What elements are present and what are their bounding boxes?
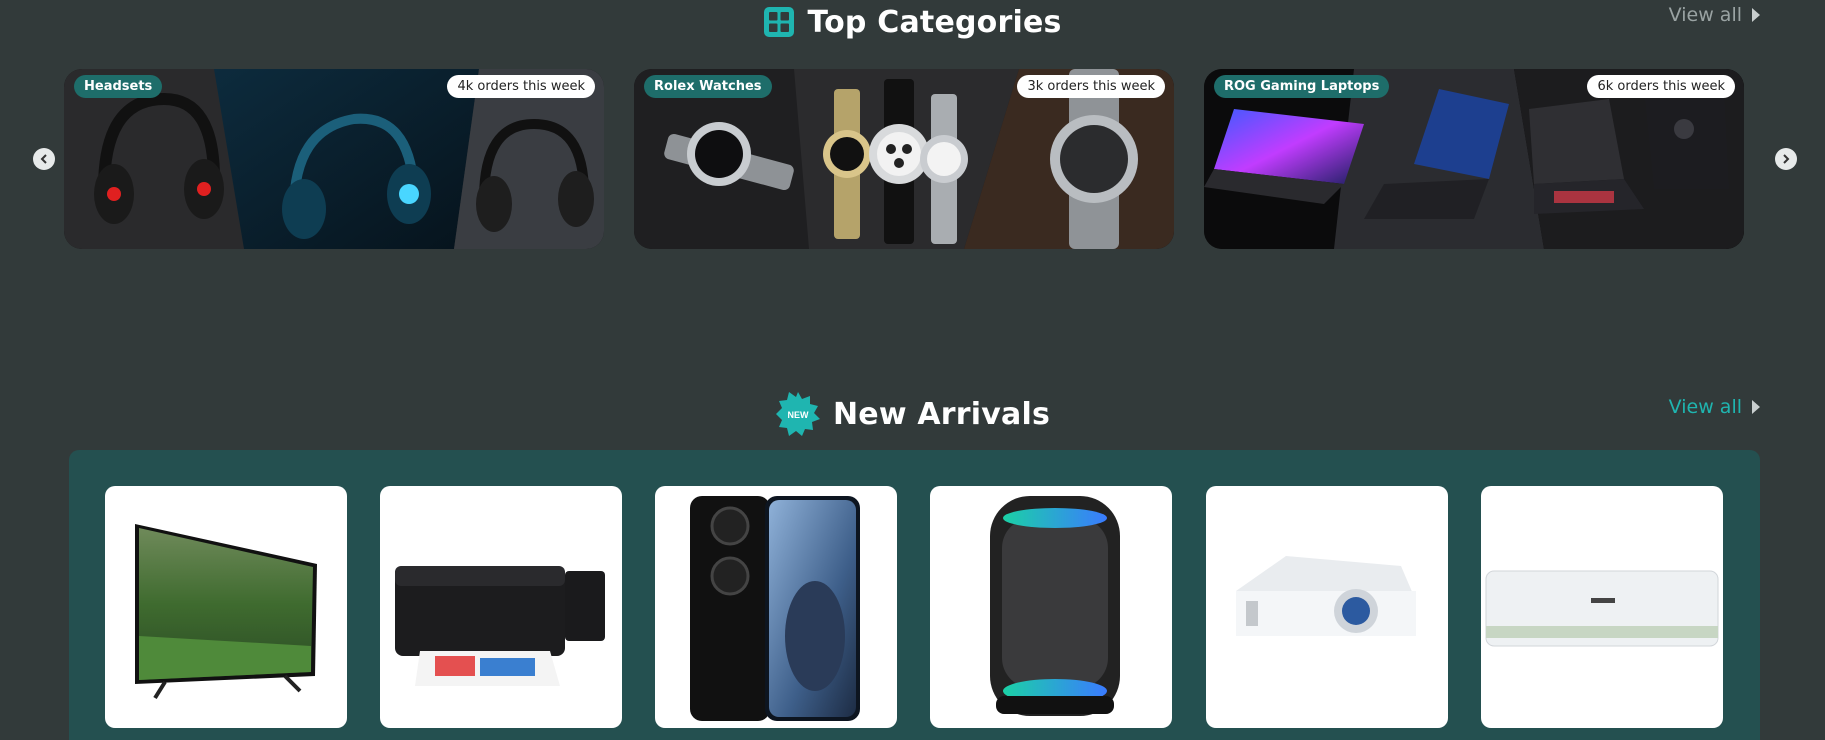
grid-icon <box>763 6 795 38</box>
speaker-image <box>990 496 1120 716</box>
product-card-smartphone[interactable] <box>655 486 897 728</box>
new-arrivals-header: NEW New Arrivals <box>0 392 1825 436</box>
view-all-categories-link[interactable]: View all <box>1669 4 1760 26</box>
top-categories-header: Top Categories <box>0 0 1825 44</box>
product-card-printer[interactable] <box>380 486 622 728</box>
product-card-speaker[interactable] <box>930 486 1172 728</box>
page: Top Categories View all Headsets 4k orde… <box>0 0 1825 740</box>
category-label: Headsets <box>74 75 163 98</box>
new-badge-icon: NEW <box>775 391 821 437</box>
section-title: Top Categories <box>807 4 1062 40</box>
new-badge-text: NEW <box>787 410 809 420</box>
category-card-rolex-watches[interactable]: Rolex Watches 3k orders this week <box>634 69 1174 249</box>
product-card-tv[interactable] <box>105 486 347 728</box>
tv-image <box>135 524 317 700</box>
view-all-label: View all <box>1668 396 1742 418</box>
category-card-headsets[interactable]: Headsets 4k orders this week <box>64 69 604 249</box>
category-label: ROG Gaming Laptops <box>1214 75 1390 98</box>
section-title: New Arrivals <box>832 396 1051 432</box>
orders-badge: 3k orders this week <box>1017 75 1165 98</box>
view-all-label: View all <box>1668 4 1742 26</box>
category-card-rog-gaming-laptops[interactable]: ROG Gaming Laptops 6k orders this week <box>1204 69 1744 249</box>
chevron-right-icon <box>1752 8 1760 22</box>
carousel-prev-button[interactable] <box>33 148 55 170</box>
carousel-next-button[interactable] <box>1775 148 1797 170</box>
smartphone-image <box>690 496 860 721</box>
chevron-right-icon <box>1783 154 1790 164</box>
orders-badge: 6k orders this week <box>1587 75 1735 98</box>
product-card-air-conditioner[interactable] <box>1481 486 1723 728</box>
printer-image <box>395 566 605 686</box>
product-card-projector[interactable] <box>1206 486 1448 728</box>
orders-badge: 4k orders this week <box>447 75 595 98</box>
view-all-arrivals-link[interactable]: View all <box>1669 396 1760 418</box>
projector-image <box>1236 556 1416 636</box>
category-label: Rolex Watches <box>644 75 772 98</box>
chevron-left-icon <box>40 154 47 164</box>
chevron-right-icon <box>1752 400 1760 414</box>
air-conditioner-image <box>1485 570 1719 647</box>
